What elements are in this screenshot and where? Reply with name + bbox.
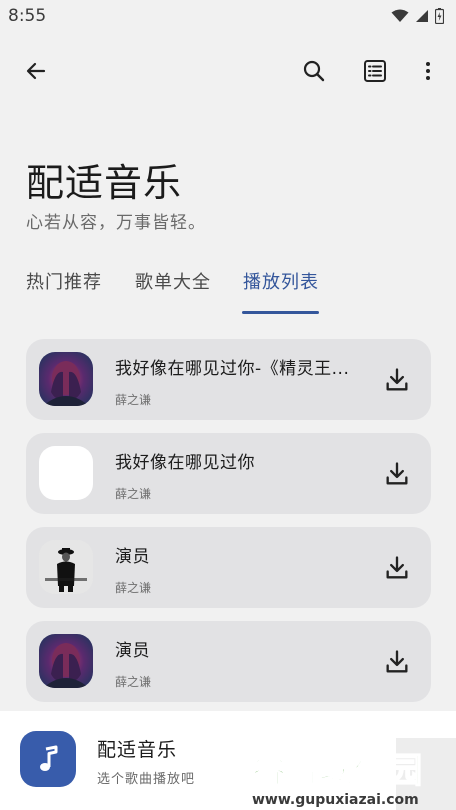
download-icon	[386, 556, 408, 579]
search-icon	[303, 60, 325, 82]
back-button[interactable]	[13, 48, 59, 94]
album-cover	[39, 446, 93, 500]
download-button[interactable]	[383, 554, 411, 582]
playlist-button[interactable]	[352, 48, 398, 94]
album-cover	[39, 352, 93, 406]
download-icon	[386, 650, 408, 673]
player-subtitle: 选个歌曲播放吧	[97, 772, 196, 787]
tab-playlists[interactable]: 歌单大全	[135, 268, 211, 294]
svg-text:www.gupuxiazai.com: www.gupuxiazai.com	[252, 792, 419, 808]
song-artist: 薛之谦	[115, 581, 152, 595]
search-button[interactable]	[291, 48, 337, 94]
song-artist: 薛之谦	[115, 487, 152, 501]
watermark: 谷普软件园 www.gupuxiazai.com	[246, 738, 456, 810]
download-button[interactable]	[383, 460, 411, 488]
download-icon	[386, 462, 408, 485]
song-title: 演员	[115, 641, 150, 661]
player-title: 配适音乐	[97, 739, 178, 761]
tab-hot-recommend[interactable]: 热门推荐	[26, 268, 102, 294]
tab-play-queue[interactable]: 播放列表	[243, 268, 319, 294]
album-cover	[39, 634, 93, 688]
svg-text:谷普软件园: 谷普软件园	[252, 751, 422, 791]
page-title: 配适音乐	[26, 161, 183, 205]
album-cover	[39, 540, 93, 594]
status-bar: 8:55	[0, 0, 456, 32]
page-subtitle: 心若从容，万事皆轻。	[26, 213, 206, 233]
more-vertical-icon	[426, 62, 430, 80]
song-artist: 薛之谦	[115, 675, 152, 689]
song-title: 我好像在哪见过你	[115, 453, 255, 473]
status-time: 8:55	[8, 6, 47, 26]
list-icon	[364, 60, 386, 82]
tab-indicator	[242, 311, 319, 314]
song-artist: 薛之谦	[115, 393, 152, 407]
battery-charging-icon	[435, 8, 444, 24]
list-item[interactable]: 演员 薛之谦	[26, 527, 431, 608]
music-note-icon	[40, 745, 58, 771]
song-title: 演员	[115, 547, 150, 567]
song-title: 我好像在哪见过你-《精灵王...	[115, 359, 350, 379]
arrow-left-icon	[26, 62, 46, 80]
wifi-icon	[391, 9, 409, 22]
toolbar	[0, 48, 456, 94]
list-item[interactable]: 我好像在哪见过你 薛之谦	[26, 433, 431, 514]
download-icon	[386, 368, 408, 391]
download-button[interactable]	[383, 648, 411, 676]
more-button[interactable]	[405, 48, 451, 94]
signal-icon	[416, 10, 428, 22]
list-item[interactable]: 演员 薛之谦	[26, 621, 431, 702]
player-artwork	[20, 731, 76, 787]
download-button[interactable]	[383, 366, 411, 394]
list-item[interactable]: 我好像在哪见过你-《精灵王... 薛之谦	[26, 339, 431, 420]
